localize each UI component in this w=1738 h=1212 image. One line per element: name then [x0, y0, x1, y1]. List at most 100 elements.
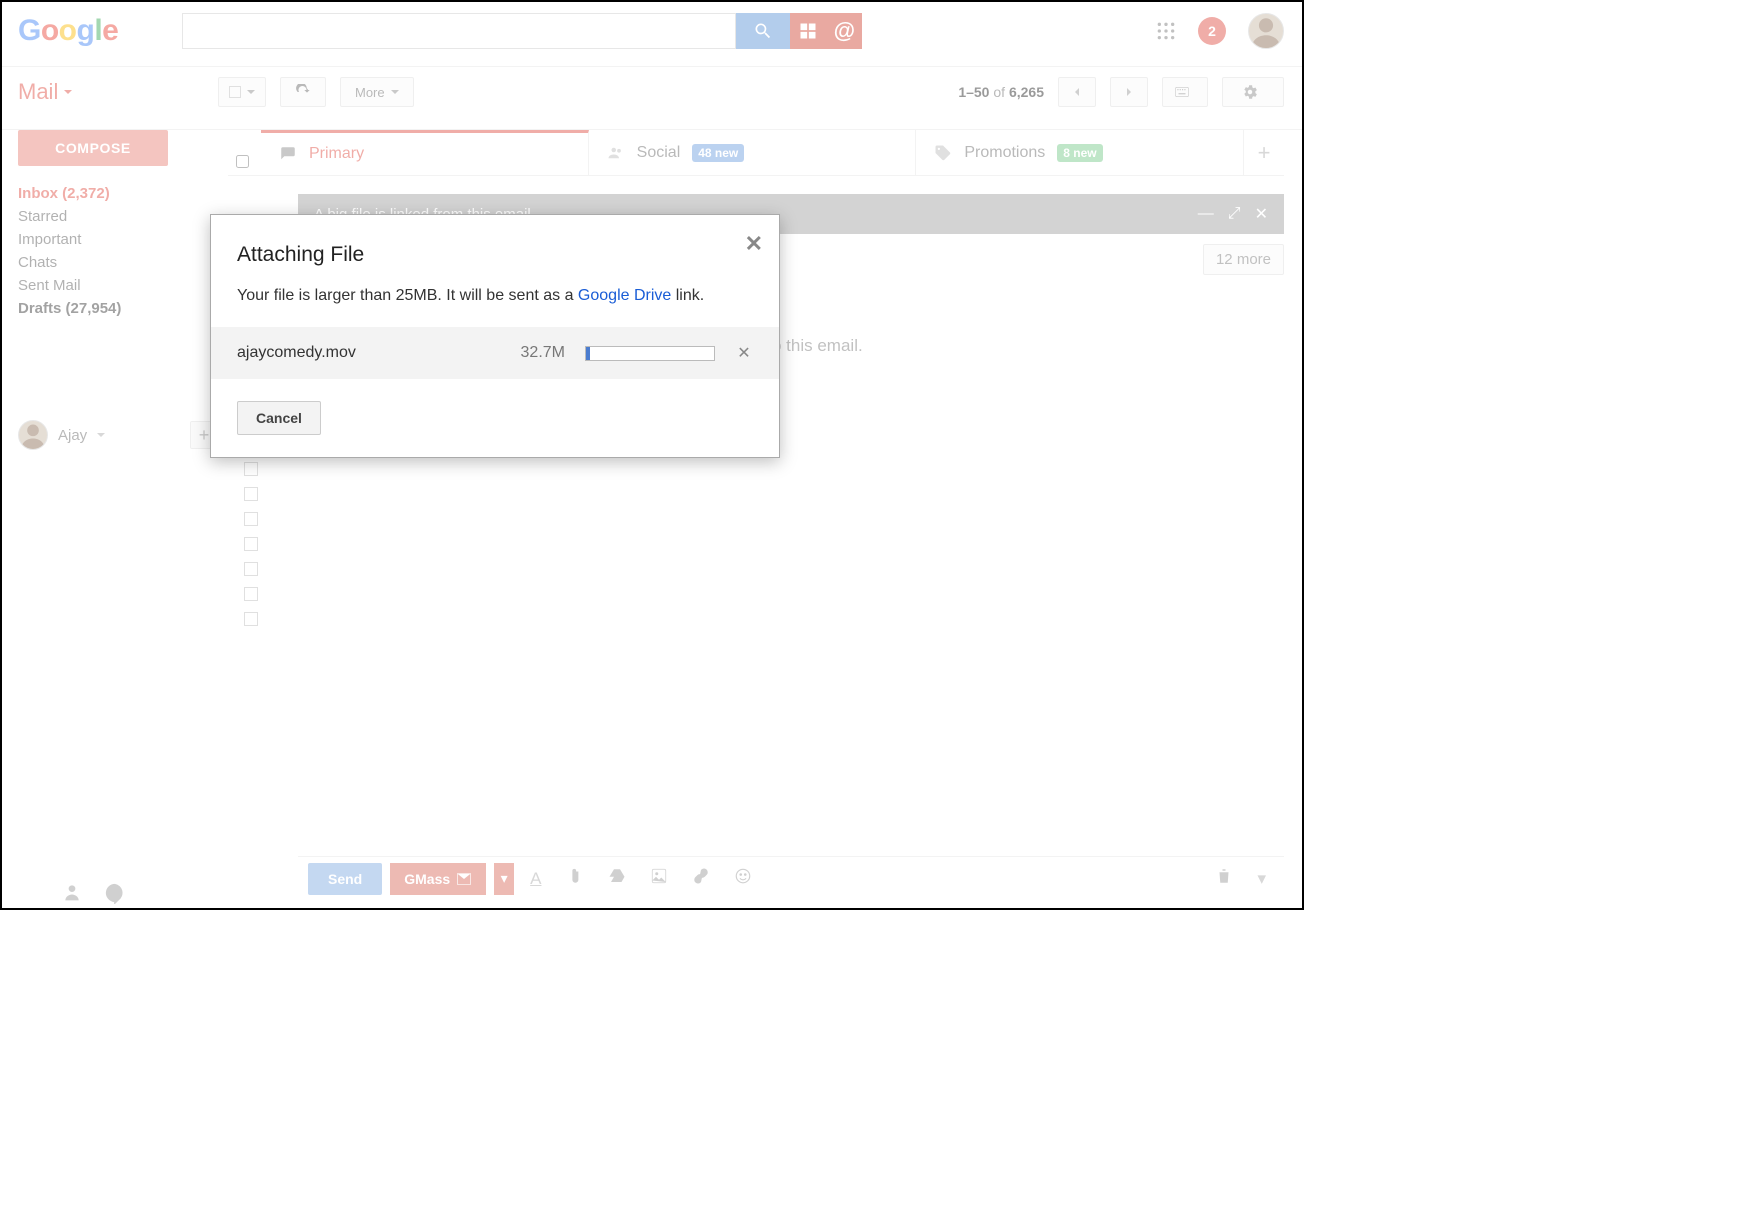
more-options-icon[interactable]: ▾: [1249, 869, 1274, 889]
sidebar-item-starred[interactable]: Starred: [18, 205, 228, 228]
hangouts-footer: [62, 882, 126, 904]
toolbar: Mail More 1–50 of 6,265: [2, 67, 1302, 117]
person-icon: [19, 421, 47, 449]
row-checkbox[interactable]: [244, 587, 258, 601]
header-right: 2: [1156, 13, 1284, 49]
compose-body-text: o this email.: [772, 336, 863, 356]
row-checkbox[interactable]: [244, 537, 258, 551]
modal-close-button[interactable]: ✕: [745, 231, 763, 257]
compose-button[interactable]: COMPOSE: [18, 130, 168, 166]
tab-social-label: Social: [637, 144, 681, 162]
inbox-tabs: Primary Social 48 new Promotions 8 new +: [228, 130, 1284, 176]
upload-progress: [585, 346, 715, 361]
pager-prev[interactable]: [1058, 77, 1096, 107]
gmass-sheet-icon[interactable]: [790, 13, 826, 49]
compose-toolbar: Send GMass ▾ A ▾: [298, 856, 1284, 900]
row-checkbox[interactable]: [244, 612, 258, 626]
file-name: ajaycomedy.mov: [237, 344, 465, 362]
search-input[interactable]: [182, 13, 736, 49]
row-checkbox[interactable]: [244, 562, 258, 576]
inbox-icon: [279, 145, 297, 163]
mail-dropdown[interactable]: Mail: [18, 79, 218, 105]
caret-down-icon: [391, 90, 399, 98]
link-icon[interactable]: [684, 867, 718, 890]
file-size: 32.7M: [485, 344, 565, 362]
upload-progress-bar: [586, 347, 590, 360]
refresh-button[interactable]: [280, 77, 326, 107]
tab-social[interactable]: Social 48 new: [589, 130, 917, 175]
minimize-icon[interactable]: —: [1198, 205, 1214, 223]
sidebar-item-inbox[interactable]: Inbox (2,372): [18, 182, 228, 205]
emoji-icon[interactable]: [726, 867, 760, 890]
pager-next[interactable]: [1110, 77, 1148, 107]
tag-icon: [934, 144, 952, 162]
row-checkbox[interactable]: [244, 462, 258, 476]
google-drive-link[interactable]: Google Drive: [578, 287, 671, 304]
remove-file-button[interactable]: ✕: [735, 343, 753, 363]
tab-promotions[interactable]: Promotions 8 new: [916, 130, 1244, 175]
format-text-icon[interactable]: A: [522, 869, 549, 889]
chevron-right-icon: [1121, 84, 1137, 100]
account-avatar[interactable]: [1248, 13, 1284, 49]
modal-title: Attaching File: [237, 243, 753, 267]
more-dropdown[interactable]: More: [340, 77, 414, 107]
settings-button[interactable]: [1222, 77, 1284, 107]
gmass-button[interactable]: GMass: [390, 863, 486, 895]
pager-count: 1–50 of 6,265: [958, 84, 1044, 100]
gmass-dropdown[interactable]: ▾: [494, 863, 514, 895]
sidebar-item-important[interactable]: Important: [18, 228, 228, 251]
sidebar-item-drafts[interactable]: Drafts (27,954): [18, 297, 228, 320]
send-button[interactable]: Send: [308, 863, 382, 895]
caret-down-icon: [247, 90, 255, 98]
checkbox-icon: [229, 86, 241, 98]
modal-msg-pre: Your file is larger than 25MB. It will b…: [237, 287, 578, 304]
refresh-icon: [295, 84, 311, 100]
close-icon[interactable]: ✕: [1255, 204, 1268, 224]
gmass-at-icon[interactable]: @: [826, 13, 862, 49]
gear-icon: [1241, 83, 1259, 101]
tab-primary-label: Primary: [309, 145, 364, 163]
recipients-more-chip[interactable]: 12 more: [1203, 244, 1284, 275]
sidebar-item-sent[interactable]: Sent Mail: [18, 274, 228, 297]
attaching-file-modal: ✕ Attaching File Your file is larger tha…: [210, 214, 780, 458]
header: Google @ 2: [2, 2, 1302, 54]
photo-icon[interactable]: [642, 867, 676, 890]
envelope-icon: [456, 871, 472, 887]
person-icon[interactable]: [62, 882, 82, 902]
more-label: More: [355, 85, 385, 100]
hangouts-user-name: Ajay: [58, 427, 87, 444]
person-icon: [1249, 14, 1283, 48]
grid-icon: [798, 21, 818, 41]
toolbar-right: 1–50 of 6,265: [958, 77, 1284, 107]
people-icon: [607, 144, 625, 162]
gmass-label: GMass: [404, 871, 450, 887]
search-box: @: [182, 13, 862, 49]
file-upload-row: ajaycomedy.mov 32.7M ✕: [211, 327, 779, 379]
drive-icon[interactable]: [600, 867, 634, 890]
row-checkbox[interactable]: [244, 487, 258, 501]
input-tools-button[interactable]: [1162, 77, 1208, 107]
hangouts-icon[interactable]: [104, 882, 126, 904]
cancel-button[interactable]: Cancel: [237, 401, 321, 435]
discard-draft-icon[interactable]: [1207, 867, 1241, 890]
row-checkbox[interactable]: [244, 512, 258, 526]
expand-icon[interactable]: ⤢: [1228, 205, 1241, 223]
search-icon: [753, 21, 773, 41]
search-button[interactable]: [736, 13, 790, 49]
keyboard-icon: [1173, 85, 1191, 99]
apps-icon[interactable]: [1156, 21, 1176, 41]
caret-down-icon: [64, 90, 72, 98]
sidebar: COMPOSE Inbox (2,372) Starred Important …: [2, 130, 228, 450]
mail-label: Mail: [18, 79, 58, 105]
attach-icon[interactable]: [558, 867, 592, 890]
sidebar-item-chats[interactable]: Chats: [18, 251, 228, 274]
hangouts-user[interactable]: Ajay +: [18, 420, 228, 450]
select-all-dropdown[interactable]: [218, 77, 266, 107]
tab-promotions-badge: 8 new: [1057, 144, 1102, 162]
select-all-checkbox[interactable]: [236, 148, 249, 175]
notifications-badge[interactable]: 2: [1198, 17, 1226, 45]
hangouts-avatar: [18, 420, 48, 450]
tab-primary[interactable]: Primary: [261, 130, 589, 175]
google-logo[interactable]: Google: [18, 14, 118, 48]
tab-add[interactable]: +: [1244, 130, 1284, 175]
